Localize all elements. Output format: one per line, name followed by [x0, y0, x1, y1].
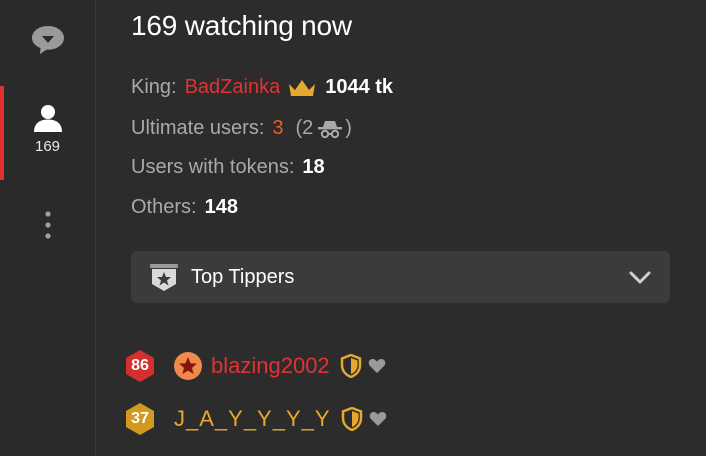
active-indicator: [0, 86, 4, 180]
page-title: 169 watching now: [131, 10, 352, 41]
token-users-label: Users with tokens:: [131, 156, 295, 178]
anonymous-users: (2 ): [290, 117, 352, 140]
king-row: King: BadZainka 1044 tk: [131, 76, 393, 99]
user-icon: [33, 105, 62, 132]
chat-bubble-icon: [31, 26, 64, 54]
level-badge: 86: [123, 349, 157, 383]
tipper-row[interactable]: 86 blazing2002: [123, 349, 386, 383]
token-users-row: Users with tokens: 18: [131, 156, 325, 179]
tipper-row[interactable]: 37 J_A_Y_Y_Y_Y: [123, 402, 387, 436]
tipper-username[interactable]: blazing2002: [211, 353, 330, 379]
dropdown-label: Top Tippers: [191, 265, 295, 288]
others-label: Others:: [131, 196, 197, 218]
heart-icon: [368, 359, 385, 373]
crown-icon: [289, 79, 316, 96]
shield-icon: [341, 407, 362, 431]
anonymous-close: ): [345, 117, 352, 139]
token-users-count: 18: [302, 156, 325, 178]
sidebar: 169: [0, 0, 96, 456]
tipper-username[interactable]: J_A_Y_Y_Y_Y: [174, 406, 331, 432]
star-badge-icon: [150, 264, 178, 291]
sidebar-item-chat[interactable]: [0, 24, 95, 56]
ultimate-users-count: 3: [272, 117, 284, 139]
heart-icon: [369, 412, 386, 426]
chevron-down-icon: [629, 271, 651, 284]
level-badge-value: 37: [131, 410, 149, 427]
users-panel: 169 watching now King: BadZainka 1044 tk…: [96, 0, 706, 456]
shield-icon: [340, 354, 361, 378]
sidebar-item-more[interactable]: [0, 210, 95, 240]
star-circle-icon: [174, 352, 202, 380]
anonymous-open: (2: [295, 117, 314, 139]
sidebar-item-users[interactable]: 169: [0, 86, 95, 180]
more-vertical-icon: [44, 211, 51, 239]
others-row: Others: 148: [131, 196, 238, 219]
level-badge: 37: [123, 402, 157, 436]
incognito-icon: [318, 120, 343, 138]
king-amount: 1044 tk: [325, 76, 394, 98]
others-count: 148: [204, 196, 238, 218]
ultimate-users-row: Ultimate users: 3 (2 ): [131, 117, 352, 140]
king-label: King:: [131, 76, 177, 98]
king-username[interactable]: BadZainka: [185, 76, 281, 99]
top-tippers-dropdown[interactable]: Top Tippers: [131, 251, 670, 303]
users-count: 169: [34, 138, 61, 155]
ultimate-users-label: Ultimate users:: [131, 117, 265, 139]
level-badge-value: 86: [131, 357, 149, 374]
